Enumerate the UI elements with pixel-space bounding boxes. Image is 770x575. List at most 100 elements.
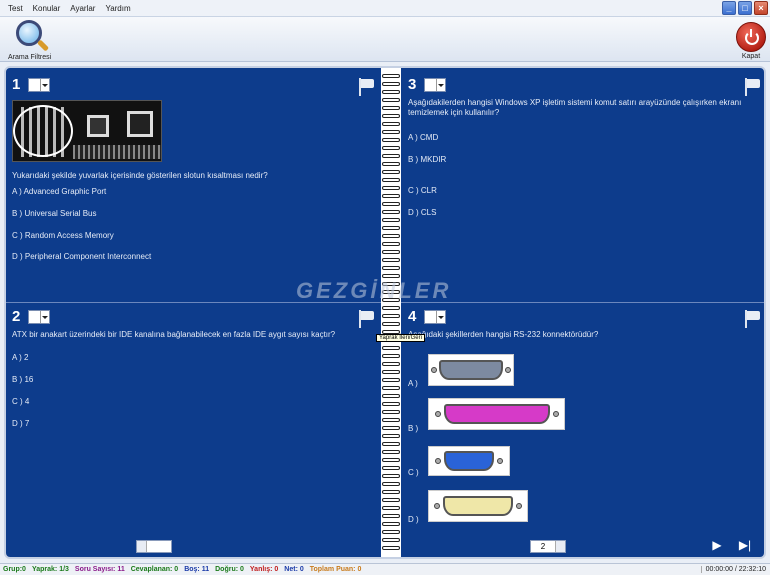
option-c[interactable]: C ) xyxy=(408,468,419,477)
binding-ring xyxy=(382,106,400,110)
question-text: Aşağıdaki şekillerden hangisi RS-232 kon… xyxy=(408,330,599,339)
db15-connector-image xyxy=(428,490,528,522)
page-stepper-value xyxy=(147,541,171,552)
answer-select[interactable] xyxy=(424,78,446,92)
menu-bar: Test Konular Ayarlar Yardım _ □ × xyxy=(0,0,770,17)
binding-ring xyxy=(382,258,400,262)
binding-ring xyxy=(382,498,400,502)
question-text: Aşağıdakilerden hangisi Windows XP işlet… xyxy=(408,98,742,117)
binding-ring xyxy=(382,506,400,510)
last-page-icon[interactable]: ▶| xyxy=(738,538,752,552)
flag-icon[interactable] xyxy=(357,310,375,328)
binding-ring xyxy=(382,410,400,414)
question-number: 2 xyxy=(12,308,21,325)
option-b[interactable]: B ) xyxy=(408,424,418,433)
maximize-button[interactable]: □ xyxy=(738,1,752,15)
status-question-count: Soru Sayısı: 11 xyxy=(74,566,125,573)
magnifier-icon xyxy=(13,19,49,53)
binding-ring xyxy=(382,314,400,318)
status-group: Grup:0 xyxy=(3,566,26,573)
option-b[interactable]: B ) MKDIR xyxy=(408,155,446,164)
question-panel-4: 4 Aşağıdaki şekillerden hangisi RS-232 k… xyxy=(408,308,763,553)
binding-ring xyxy=(382,370,400,374)
option-d[interactable]: D ) CLS xyxy=(408,208,436,217)
binding-ring xyxy=(382,322,400,326)
binding-ring xyxy=(382,250,400,254)
stepper-arrows-icon xyxy=(137,541,147,552)
binding-ring xyxy=(382,226,400,230)
question-number: 3 xyxy=(408,76,417,93)
binding-ring xyxy=(382,458,400,462)
vga-connector-image xyxy=(428,446,510,476)
close-window-button[interactable]: × xyxy=(754,1,768,15)
flag-icon[interactable] xyxy=(743,78,761,96)
search-filter-label: Arama Filtresi xyxy=(8,54,52,61)
binding-ring xyxy=(382,138,400,142)
status-wrong: Yanlış: 0 xyxy=(249,566,279,573)
answer-select[interactable] xyxy=(424,310,446,324)
question-panel-3: 3 Aşağıdakilerden hangisi Windows XP işl… xyxy=(408,76,763,298)
flag-icon[interactable] xyxy=(743,310,761,328)
binding-ring xyxy=(382,218,400,222)
binding-ring xyxy=(382,418,400,422)
option-d[interactable]: D ) xyxy=(408,515,419,524)
option-c[interactable]: C ) 4 xyxy=(12,397,29,406)
page-stepper-left[interactable] xyxy=(136,540,172,553)
binding-ring xyxy=(382,426,400,430)
option-a[interactable]: A ) CMD xyxy=(408,133,438,142)
status-empty: Boş: 11 xyxy=(184,566,210,573)
question-panel-2: 2 ATX bir anakart üzerindeki bir IDE kan… xyxy=(12,308,377,553)
question-number: 1 xyxy=(12,76,21,93)
menu-topics[interactable]: Konular xyxy=(31,4,69,13)
binding-ring xyxy=(382,362,400,366)
binding-ring xyxy=(382,178,400,182)
status-answered: Cevaplanan: 0 xyxy=(130,566,179,573)
binding-ring xyxy=(382,450,400,454)
option-d[interactable]: D ) Peripheral Component Interconnect xyxy=(12,252,151,261)
status-correct: Doğru: 0 xyxy=(215,566,244,573)
flag-icon[interactable] xyxy=(357,78,375,96)
power-icon xyxy=(736,22,766,52)
db25-connector-image xyxy=(428,398,565,430)
status-page: Yaprak: 1/3 xyxy=(31,566,69,573)
stepper-arrows-icon xyxy=(555,541,565,552)
option-c[interactable]: C ) CLR xyxy=(408,186,437,195)
next-page-icon[interactable]: ▶ xyxy=(710,538,724,552)
db9-connector-image xyxy=(428,354,514,386)
question-book: GEZGİNLER 1 Yukarıdaki şekilde yuvarlak … xyxy=(4,66,766,559)
motherboard-image xyxy=(12,100,162,162)
binding-ring xyxy=(382,146,400,150)
exit-button[interactable]: Kapat xyxy=(736,19,766,60)
chevron-down-icon xyxy=(436,311,445,323)
option-a[interactable]: A ) Advanced Graphic Port xyxy=(12,187,106,196)
binding-ring xyxy=(382,434,400,438)
binding-ring xyxy=(382,122,400,126)
binding-ring xyxy=(382,514,400,518)
answer-select[interactable] xyxy=(28,78,50,92)
question-text: ATX bir anakart üzerindeki bir IDE kanal… xyxy=(12,330,336,339)
status-bar: Grup:0 Yaprak: 1/3 Soru Sayısı: 11 Cevap… xyxy=(0,563,770,575)
option-d[interactable]: D ) 7 xyxy=(12,419,29,428)
status-clock: 00:00:00 / 22:32:10 xyxy=(700,566,766,573)
tooltip: Yaprak İleri/Geri xyxy=(376,334,425,342)
search-filter-button[interactable]: Arama Filtresi xyxy=(8,19,51,61)
answer-select[interactable] xyxy=(28,310,50,324)
option-a[interactable]: A ) xyxy=(408,379,418,388)
binding-ring xyxy=(382,210,400,214)
binding-ring xyxy=(382,378,400,382)
option-b[interactable]: B ) 16 xyxy=(12,375,33,384)
binding-ring xyxy=(382,466,400,470)
binding-ring xyxy=(382,538,400,542)
page-stepper-right[interactable]: 2 xyxy=(530,540,566,553)
binding-ring xyxy=(382,266,400,270)
option-b[interactable]: B ) Universal Serial Bus xyxy=(12,209,96,218)
option-c[interactable]: C ) Random Access Memory xyxy=(12,231,114,240)
minimize-button[interactable]: _ xyxy=(722,1,736,15)
binding-ring xyxy=(382,474,400,478)
toolbar: Arama Filtresi Kapat xyxy=(0,17,770,62)
menu-settings[interactable]: Ayarlar xyxy=(68,4,103,13)
option-a[interactable]: A ) 2 xyxy=(12,353,28,362)
binding-ring xyxy=(382,90,400,94)
menu-test[interactable]: Test xyxy=(6,4,31,13)
menu-help[interactable]: Yardım xyxy=(103,4,138,13)
